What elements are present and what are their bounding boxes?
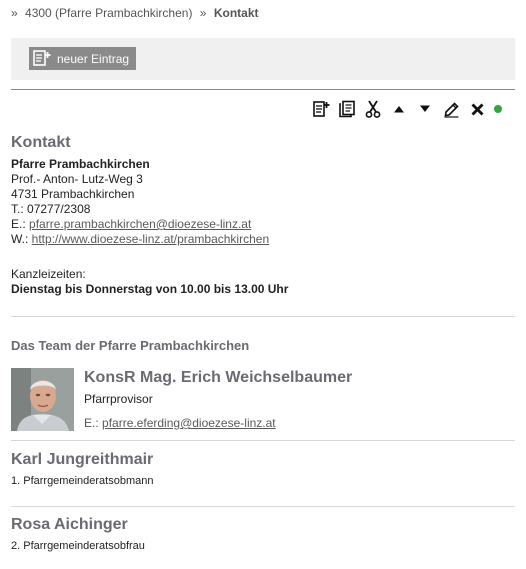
office-hours-value: Dienstag bis Donnerstag von 10.00 bis 13… (11, 282, 289, 296)
email-prefix: E.: (11, 217, 30, 231)
team-title: Das Team der Pfarre Prambachkirchen (11, 338, 250, 353)
breadcrumb: » 4300 (Pfarre Prambachkirchen) » Kontak… (11, 6, 259, 20)
team-member-name: Karl Jungreithmair (11, 451, 154, 468)
office-hours-label: Kanzleizeiten: (11, 267, 86, 281)
team-member-name: KonsR Mag. Erich Weichselbaumer (84, 369, 353, 386)
new-entry-toolbar: neuer Eintrag (11, 38, 515, 80)
web-prefix: W.: (11, 232, 32, 246)
breadcrumb-parent-link[interactable]: 4300 (Pfarre Prambachkirchen) (25, 6, 192, 20)
contact-web-line: W.: http://www.dioezese-linz.at/prambach… (11, 232, 269, 247)
email-prefix: E.: (84, 416, 103, 430)
team-member-name: Rosa Aichinger (11, 516, 128, 533)
office-hours: Kanzleizeiten: Dienstag bis Donnerstag v… (11, 267, 288, 297)
contact-name: Pfarre Prambachkirchen (11, 157, 150, 171)
breadcrumb-separator: » (11, 6, 18, 20)
status-active-icon (494, 105, 502, 113)
breadcrumb-separator: » (199, 6, 207, 20)
contact-email-line: E.: pfarre.prambachkirchen@dioezese-linz… (11, 217, 269, 232)
divider (11, 506, 515, 507)
add-entry-icon[interactable] (308, 99, 334, 119)
delete-icon[interactable] (464, 99, 490, 119)
team-member-role: Pfarrprovisor (84, 392, 153, 406)
contact-email-link[interactable]: pfarre.prambachkirchen@dioezese-linz.at (29, 217, 251, 231)
contact-details: Pfarre Prambachkirchen Prof.- Anton- Lut… (11, 157, 269, 247)
divider (11, 89, 515, 90)
breadcrumb-current: Kontakt (213, 6, 259, 20)
edit-toolbar (308, 99, 502, 119)
person-photo (11, 368, 74, 431)
contact-web-link[interactable]: http://www.dioezese-linz.at/prambachkirc… (32, 232, 269, 246)
team-member-email-link[interactable]: pfarre.eferding@dioezese-linz.at (102, 416, 276, 430)
contact-city: 4731 Prambachkirchen (11, 187, 135, 201)
move-down-icon[interactable] (412, 99, 438, 119)
add-entry-icon (33, 50, 51, 66)
divider (11, 316, 515, 317)
contact-street: Prof.- Anton- Lutz-Weg 3 (11, 172, 143, 186)
contact-phone-line: T.: 07277/2308 (11, 202, 269, 217)
new-entry-label: neuer Eintrag (57, 51, 130, 66)
copy-icon[interactable] (334, 99, 360, 119)
contact-phone: 07277/2308 (27, 202, 91, 216)
team-member-role: 1. Pfarrgemeinderatsobmann (11, 475, 154, 487)
phone-prefix: T.: (11, 202, 28, 216)
cut-icon[interactable] (360, 99, 386, 119)
team-member-email-line: E.: pfarre.eferding@dioezese-linz.at (84, 416, 276, 430)
move-up-icon[interactable] (386, 99, 412, 119)
divider (11, 440, 515, 441)
team-member-role: 2. Pfarrgemeinderatsobfrau (11, 540, 145, 552)
new-entry-button[interactable]: neuer Eintrag (29, 47, 137, 70)
section-title: Kontakt (11, 134, 71, 151)
edit-icon[interactable] (438, 99, 464, 119)
